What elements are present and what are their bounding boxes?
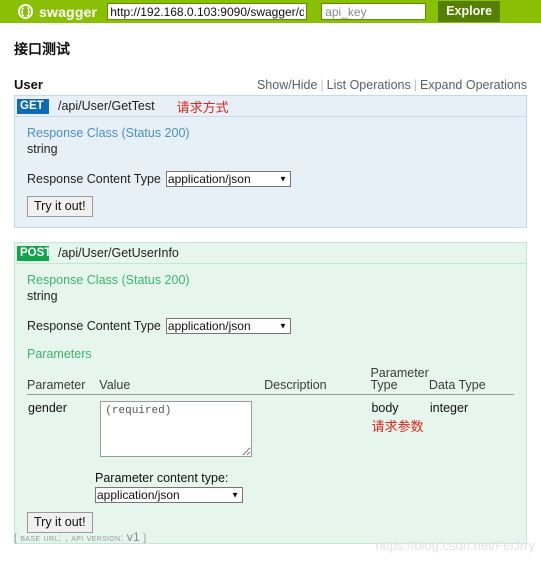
swagger-logo-text: swagger bbox=[39, 3, 98, 20]
parameters-header-row: Parameter Value Description Parameter Ty… bbox=[27, 367, 514, 395]
response-model-get: string bbox=[27, 142, 58, 156]
response-content-type-label-post: Response Content Type bbox=[27, 319, 161, 333]
parameters-table: Parameter Value Description Parameter Ty… bbox=[27, 367, 514, 461]
annotation-request-method: 请求方式 bbox=[176, 99, 229, 115]
response-content-type-label-get: Response Content Type bbox=[27, 172, 161, 186]
top-bar: { } swagger Explore bbox=[0, 0, 541, 23]
operation-post-body: Response Class (Status 200) string Respo… bbox=[14, 263, 527, 544]
parameter-content-type-select-wrap: application/json bbox=[95, 486, 243, 504]
try-it-out-button-get[interactable]: Try it out! bbox=[27, 196, 93, 217]
response-content-type-row-post: Response Content Type application/json bbox=[27, 317, 514, 335]
column-header-description: Description bbox=[264, 367, 371, 395]
expand-operations-link[interactable]: Expand Operations bbox=[420, 78, 527, 92]
response-content-type-select-get[interactable]: application/json bbox=[165, 171, 291, 187]
column-header-data-type: Data Type bbox=[428, 367, 514, 395]
parameter-value-input-gender[interactable] bbox=[100, 401, 253, 457]
explore-button[interactable]: Explore bbox=[438, 1, 501, 22]
parameter-description-cell bbox=[264, 395, 370, 462]
response-model-post: string bbox=[27, 289, 58, 303]
column-header-parameter: Parameter bbox=[27, 367, 100, 395]
response-content-type-select-wrap-get: application/json bbox=[165, 170, 291, 188]
parameters-title: Parameters bbox=[27, 347, 92, 361]
parameter-data-type-cell: integer bbox=[429, 401, 469, 415]
http-method-badge-get: GET bbox=[17, 98, 49, 114]
operation-get-gettest: GET /api/User/GetTest 请求方式 Response Clas… bbox=[14, 95, 527, 228]
operation-get-body: Response Class (Status 200) string Respo… bbox=[14, 116, 527, 228]
watermark: https://blog.csdn.net/FeiJrry bbox=[375, 538, 535, 553]
action-separator-1: | bbox=[320, 78, 324, 92]
api-key-input[interactable] bbox=[321, 3, 427, 20]
list-operations-link[interactable]: List Operations bbox=[327, 78, 411, 92]
column-header-parameter-type-line2: Type bbox=[370, 378, 398, 392]
footer-api-version: v1 bbox=[126, 530, 141, 544]
spec-url-input[interactable] bbox=[107, 3, 308, 20]
show-hide-link[interactable]: Show/Hide bbox=[257, 78, 317, 92]
response-class-label-get: Response Class (Status 200) bbox=[27, 126, 190, 140]
resource-header: User Show/Hide | List Operations | Expand Op… bbox=[14, 77, 527, 92]
swagger-logo: { } swagger bbox=[18, 4, 97, 20]
parameter-type-value: body bbox=[371, 401, 399, 415]
column-header-value: Value bbox=[99, 367, 265, 395]
operation-path-get[interactable]: /api/User/GetTest bbox=[58, 99, 155, 113]
footer-prefix: [ base url: , api version: bbox=[14, 532, 127, 544]
parameters-table-body: gender body 请求参数 integer bbox=[27, 395, 514, 462]
operation-path-post[interactable]: /api/User/GetUserInfo bbox=[58, 246, 179, 260]
parameter-value-cell bbox=[99, 395, 264, 462]
resource-actions: Show/Hide | List Operations | Expand Operati… bbox=[257, 78, 527, 92]
action-separator-2: | bbox=[413, 78, 417, 92]
response-content-type-row-get: Response Content Type application/json bbox=[27, 170, 514, 188]
resource-name[interactable]: User bbox=[14, 77, 43, 92]
footer-info: [ base url: , api version: v1 ] bbox=[14, 530, 146, 544]
page-title: 接口测试 bbox=[14, 41, 70, 57]
http-method-badge-post: POST bbox=[17, 245, 49, 261]
column-header-parameter-type: Parameter Type bbox=[370, 367, 429, 395]
footer-suffix: ] bbox=[140, 532, 147, 544]
operation-get-header[interactable]: GET /api/User/GetTest 请求方式 bbox=[14, 95, 527, 116]
table-row: gender body 请求参数 integer bbox=[27, 395, 514, 462]
parameter-content-type-select[interactable]: application/json bbox=[95, 487, 243, 503]
parameter-content-type-label: Parameter content type: bbox=[95, 471, 229, 485]
operation-post-getuserinfo: POST /api/User/GetUserInfo Response Clas… bbox=[14, 242, 527, 544]
annotation-request-parameters: 请求参数 bbox=[371, 419, 424, 434]
parameter-content-type-block: Parameter content type: application/json bbox=[95, 471, 514, 504]
response-class-label-post: Response Class (Status 200) bbox=[27, 273, 190, 287]
swagger-logo-icon: { } bbox=[18, 4, 33, 19]
operation-post-header[interactable]: POST /api/User/GetUserInfo bbox=[14, 242, 527, 263]
response-content-type-select-wrap-post: application/json bbox=[165, 317, 291, 335]
parameter-name-gender: gender bbox=[28, 401, 67, 415]
parameter-type-cell: body 请求参数 bbox=[370, 395, 428, 462]
swagger-ui-page: { } swagger Explore 接口测试 User Show/Hide|… bbox=[0, 0, 541, 566]
response-content-type-select-post[interactable]: application/json bbox=[165, 318, 291, 334]
parameters-table-head: Parameter Value Description Parameter Ty… bbox=[27, 367, 514, 395]
